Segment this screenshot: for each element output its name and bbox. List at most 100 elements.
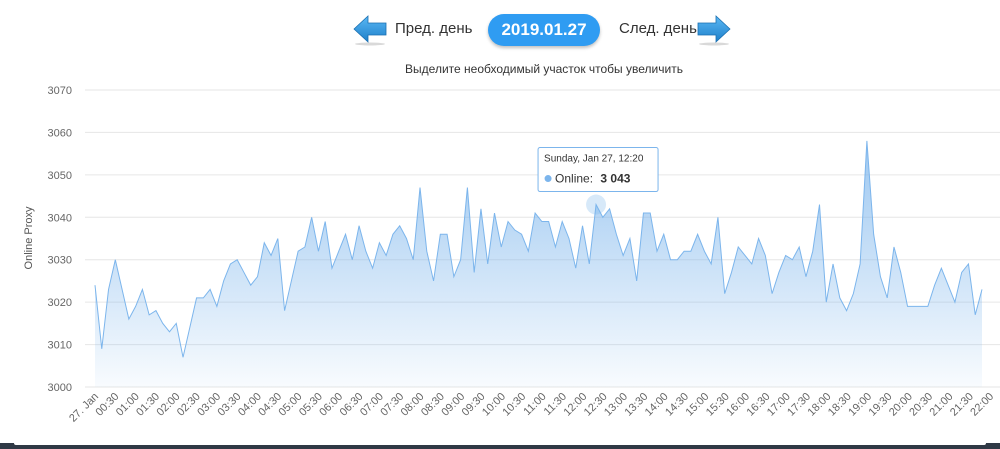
data-point[interactable] bbox=[335, 247, 343, 255]
data-point[interactable] bbox=[423, 247, 431, 255]
data-point[interactable] bbox=[396, 222, 404, 230]
data-point[interactable] bbox=[964, 260, 972, 268]
data-point[interactable] bbox=[355, 222, 363, 230]
data-point[interactable] bbox=[727, 268, 735, 276]
data-point[interactable] bbox=[694, 230, 702, 238]
data-point[interactable] bbox=[287, 277, 295, 285]
data-point[interactable] bbox=[145, 311, 153, 319]
data-point[interactable] bbox=[565, 235, 573, 243]
data-point[interactable] bbox=[450, 273, 458, 281]
data-point[interactable] bbox=[470, 268, 478, 276]
data-point[interactable] bbox=[118, 285, 126, 293]
data-point[interactable] bbox=[822, 298, 830, 306]
data-point[interactable] bbox=[612, 230, 620, 238]
data-point[interactable] bbox=[213, 302, 221, 310]
data-point[interactable] bbox=[382, 251, 390, 259]
data-point[interactable] bbox=[159, 319, 167, 327]
data-point[interactable] bbox=[897, 268, 905, 276]
data-point[interactable] bbox=[301, 243, 309, 251]
data-point[interactable] bbox=[944, 281, 952, 289]
data-point[interactable] bbox=[971, 311, 979, 319]
data-point[interactable] bbox=[836, 294, 844, 302]
data-point[interactable] bbox=[707, 260, 715, 268]
data-point[interactable] bbox=[247, 281, 255, 289]
data-point[interactable] bbox=[551, 243, 559, 251]
data-point[interactable] bbox=[105, 285, 113, 293]
data-point[interactable] bbox=[673, 256, 681, 264]
data-point[interactable] bbox=[226, 260, 234, 268]
data-point[interactable] bbox=[186, 324, 194, 332]
data-point[interactable] bbox=[165, 328, 173, 336]
data-point[interactable] bbox=[795, 243, 803, 251]
data-point[interactable] bbox=[802, 273, 810, 281]
data-point[interactable] bbox=[179, 353, 187, 361]
data-point[interactable] bbox=[653, 247, 661, 255]
data-point[interactable] bbox=[606, 205, 614, 213]
data-point[interactable] bbox=[342, 230, 350, 238]
data-point[interactable] bbox=[890, 243, 898, 251]
data-point[interactable] bbox=[172, 319, 180, 327]
data-point[interactable] bbox=[518, 230, 526, 238]
data-point[interactable] bbox=[389, 230, 397, 238]
data-point[interactable] bbox=[274, 235, 282, 243]
data-point[interactable] bbox=[741, 251, 749, 259]
data-point[interactable] bbox=[402, 235, 410, 243]
data-point[interactable] bbox=[91, 281, 99, 289]
data-point[interactable] bbox=[321, 218, 329, 226]
data-point[interactable] bbox=[782, 251, 790, 259]
data-point[interactable] bbox=[619, 251, 627, 259]
data-point[interactable] bbox=[585, 260, 593, 268]
data-point[interactable] bbox=[416, 184, 424, 192]
data-point[interactable] bbox=[721, 290, 729, 298]
data-point[interactable] bbox=[531, 209, 539, 217]
data-point[interactable] bbox=[599, 213, 607, 221]
data-point[interactable] bbox=[870, 230, 878, 238]
data-point[interactable] bbox=[199, 294, 207, 302]
data-point[interactable] bbox=[958, 268, 966, 276]
data-point[interactable] bbox=[951, 298, 959, 306]
data-point[interactable] bbox=[98, 345, 106, 353]
data-point[interactable] bbox=[111, 256, 119, 264]
data-point[interactable] bbox=[463, 184, 471, 192]
data-point[interactable] bbox=[788, 256, 796, 264]
data-point[interactable] bbox=[931, 281, 939, 289]
data-point[interactable] bbox=[843, 307, 851, 315]
data-point[interactable] bbox=[646, 209, 654, 217]
data-point[interactable] bbox=[497, 243, 505, 251]
data-point[interactable] bbox=[138, 285, 146, 293]
data-point[interactable] bbox=[240, 268, 248, 276]
data-point[interactable] bbox=[220, 277, 228, 285]
data-point[interactable] bbox=[477, 205, 485, 213]
data-point[interactable] bbox=[876, 273, 884, 281]
data-point[interactable] bbox=[132, 302, 140, 310]
data-point[interactable] bbox=[484, 260, 492, 268]
data-point[interactable] bbox=[937, 264, 945, 272]
data-point[interactable] bbox=[314, 247, 322, 255]
data-point[interactable] bbox=[924, 302, 932, 310]
data-point[interactable] bbox=[809, 247, 817, 255]
data-point[interactable] bbox=[504, 218, 512, 226]
data-point[interactable] bbox=[267, 251, 275, 259]
data-point[interactable] bbox=[348, 256, 356, 264]
data-point[interactable] bbox=[328, 264, 336, 272]
data-point[interactable] bbox=[558, 218, 566, 226]
data-point[interactable] bbox=[978, 285, 986, 293]
data-point[interactable] bbox=[152, 307, 160, 315]
data-point[interactable] bbox=[849, 290, 857, 298]
data-point[interactable] bbox=[768, 290, 776, 298]
data-point[interactable] bbox=[714, 213, 722, 221]
data-point[interactable] bbox=[856, 260, 864, 268]
data-point[interactable] bbox=[233, 256, 241, 264]
data-point[interactable] bbox=[369, 264, 377, 272]
data-point[interactable] bbox=[545, 218, 553, 226]
data-point[interactable] bbox=[734, 243, 742, 251]
online-proxy-chart[interactable]: Выделите необходимый участок чтобы увели… bbox=[0, 0, 1000, 449]
data-point[interactable] bbox=[700, 247, 708, 255]
data-point[interactable] bbox=[430, 277, 438, 285]
data-point[interactable] bbox=[490, 209, 498, 217]
data-point[interactable] bbox=[457, 256, 465, 264]
data-point[interactable] bbox=[281, 307, 289, 315]
data-point[interactable] bbox=[748, 260, 756, 268]
data-point[interactable] bbox=[443, 230, 451, 238]
data-point[interactable] bbox=[375, 239, 383, 247]
